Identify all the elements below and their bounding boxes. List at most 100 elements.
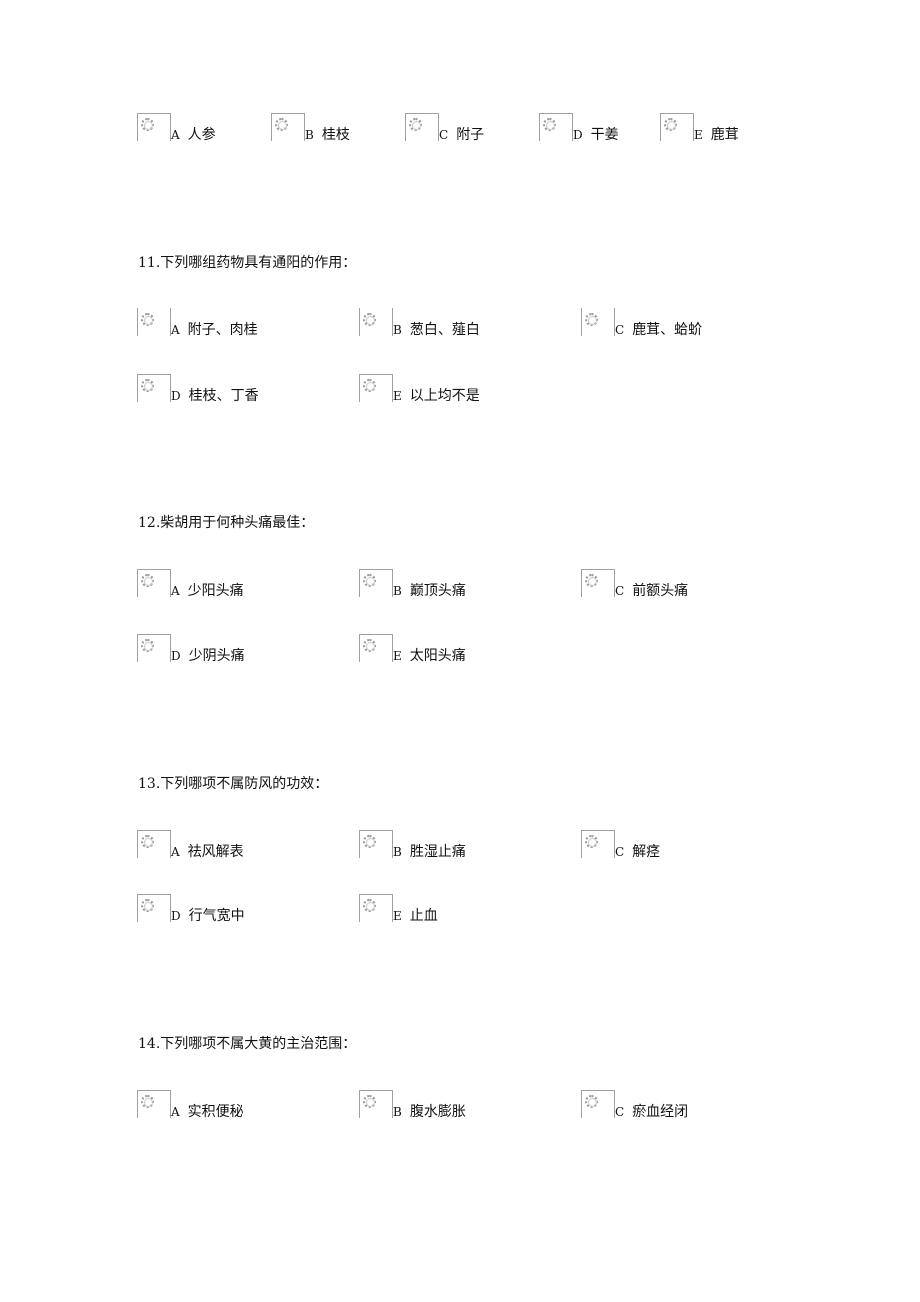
- frame-top: [137, 1090, 170, 1091]
- frame-left: [581, 1090, 582, 1118]
- option-text: 行气宽中: [188, 908, 245, 924]
- radio-button-icon[interactable]: [275, 118, 288, 131]
- radio-frame: [359, 308, 393, 336]
- option-label: A 祛风解表: [171, 844, 244, 860]
- option-label: E 止血: [393, 908, 438, 924]
- radio-button-icon[interactable]: [409, 118, 422, 131]
- frame-left: [137, 113, 138, 141]
- option-label: C 鹿茸、蛤蚧: [615, 322, 702, 338]
- option-text: 人参: [187, 127, 216, 143]
- frame-top: [359, 374, 392, 375]
- radio-button-icon[interactable]: [363, 639, 376, 652]
- frame-top: [359, 1090, 392, 1091]
- option-label: A 实积便秘: [171, 1104, 244, 1120]
- radio-button-icon[interactable]: [585, 1095, 598, 1108]
- frame-left: [359, 374, 360, 402]
- radio-button-icon[interactable]: [141, 639, 154, 652]
- radio-button-icon[interactable]: [141, 899, 154, 912]
- radio-button-icon[interactable]: [585, 574, 598, 587]
- radio-button-icon[interactable]: [363, 899, 376, 912]
- option-letter: A: [171, 845, 180, 859]
- radio-button-icon[interactable]: [141, 379, 154, 392]
- frame-top: [137, 830, 170, 831]
- option-letter: C: [615, 323, 625, 337]
- radio-frame: [137, 634, 171, 662]
- radio-button-icon[interactable]: [363, 379, 376, 392]
- radio-frame: [539, 113, 573, 141]
- option-label: D 桂枝、丁香: [171, 388, 259, 404]
- radio-frame: [137, 894, 171, 922]
- radio-button-icon[interactable]: [363, 1095, 376, 1108]
- radio-button-icon[interactable]: [543, 118, 556, 131]
- option-letter: E: [393, 649, 402, 663]
- radio-frame: [137, 569, 171, 597]
- radio-button-icon[interactable]: [141, 574, 154, 587]
- option-label: B 桂枝: [305, 127, 350, 143]
- radio-frame: [581, 830, 615, 858]
- radio-frame: [660, 113, 694, 141]
- option-letter: C: [439, 128, 449, 142]
- radio-button-icon[interactable]: [363, 835, 376, 848]
- option-label: C 附子: [439, 127, 484, 143]
- option-text: 祛风解表: [187, 844, 244, 860]
- option-letter: E: [393, 389, 402, 403]
- frame-left: [660, 113, 661, 141]
- radio-button-icon[interactable]: [141, 313, 154, 326]
- radio-button-icon[interactable]: [141, 1095, 154, 1108]
- option-letter: B: [393, 1105, 402, 1119]
- option-letter: E: [393, 909, 402, 923]
- option-letter: C: [615, 1105, 625, 1119]
- frame-left: [137, 830, 138, 858]
- frame-top: [137, 569, 170, 570]
- option-label: C 解痉: [615, 844, 660, 860]
- radio-frame: [359, 894, 393, 922]
- option-label: E 太阳头痛: [393, 648, 466, 664]
- option-letter: C: [615, 584, 625, 598]
- option-letter: D: [171, 649, 181, 663]
- radio-button-icon[interactable]: [363, 313, 376, 326]
- radio-button-icon[interactable]: [664, 118, 677, 131]
- option-text: 胜湿止痛: [409, 844, 466, 860]
- option-label: E 鹿茸: [694, 127, 739, 143]
- option-text: 腹水膨胀: [409, 1104, 466, 1120]
- frame-top: [137, 894, 170, 895]
- radio-button-icon[interactable]: [141, 835, 154, 848]
- option-label: A 人参: [171, 127, 216, 143]
- radio-button-icon[interactable]: [585, 313, 598, 326]
- frame-left: [539, 113, 540, 141]
- frame-top: [581, 569, 614, 570]
- radio-button-icon[interactable]: [363, 574, 376, 587]
- frame-left: [271, 113, 272, 141]
- option-label: C 瘀血经闭: [615, 1104, 688, 1120]
- option-text: 葱白、薤白: [409, 322, 480, 338]
- option-text: 少阳头痛: [187, 583, 244, 599]
- option-text: 少阴头痛: [188, 648, 245, 664]
- option-text: 附子: [456, 127, 485, 143]
- question-title: 11.下列哪组药物具有通阳的作用：: [138, 255, 357, 271]
- frame-top: [581, 1090, 614, 1091]
- option-text: 鹿茸、蛤蚧: [632, 322, 703, 338]
- frame-top: [359, 830, 392, 831]
- radio-frame: [581, 1090, 615, 1118]
- option-letter: C: [615, 845, 625, 859]
- frame-top: [137, 113, 170, 114]
- radio-button-icon[interactable]: [585, 835, 598, 848]
- radio-frame: [359, 634, 393, 662]
- option-letter: A: [171, 584, 180, 598]
- option-letter: D: [171, 389, 181, 403]
- frame-left: [137, 374, 138, 402]
- option-label: D 行气宽中: [171, 908, 245, 924]
- radio-button-icon[interactable]: [141, 118, 154, 131]
- frame-left: [581, 830, 582, 858]
- option-label: B 葱白、薤白: [393, 322, 480, 338]
- option-letter: B: [393, 323, 402, 337]
- radio-frame: [359, 1090, 393, 1118]
- option-text: 前额头痛: [632, 583, 689, 599]
- radio-frame: [581, 308, 615, 336]
- frame-left: [137, 1090, 138, 1118]
- option-letter: B: [305, 128, 314, 142]
- option-text: 解痉: [632, 844, 661, 860]
- radio-frame: [271, 113, 305, 141]
- option-text: 桂枝、丁香: [188, 388, 259, 404]
- option-label: A 附子、肉桂: [171, 322, 258, 338]
